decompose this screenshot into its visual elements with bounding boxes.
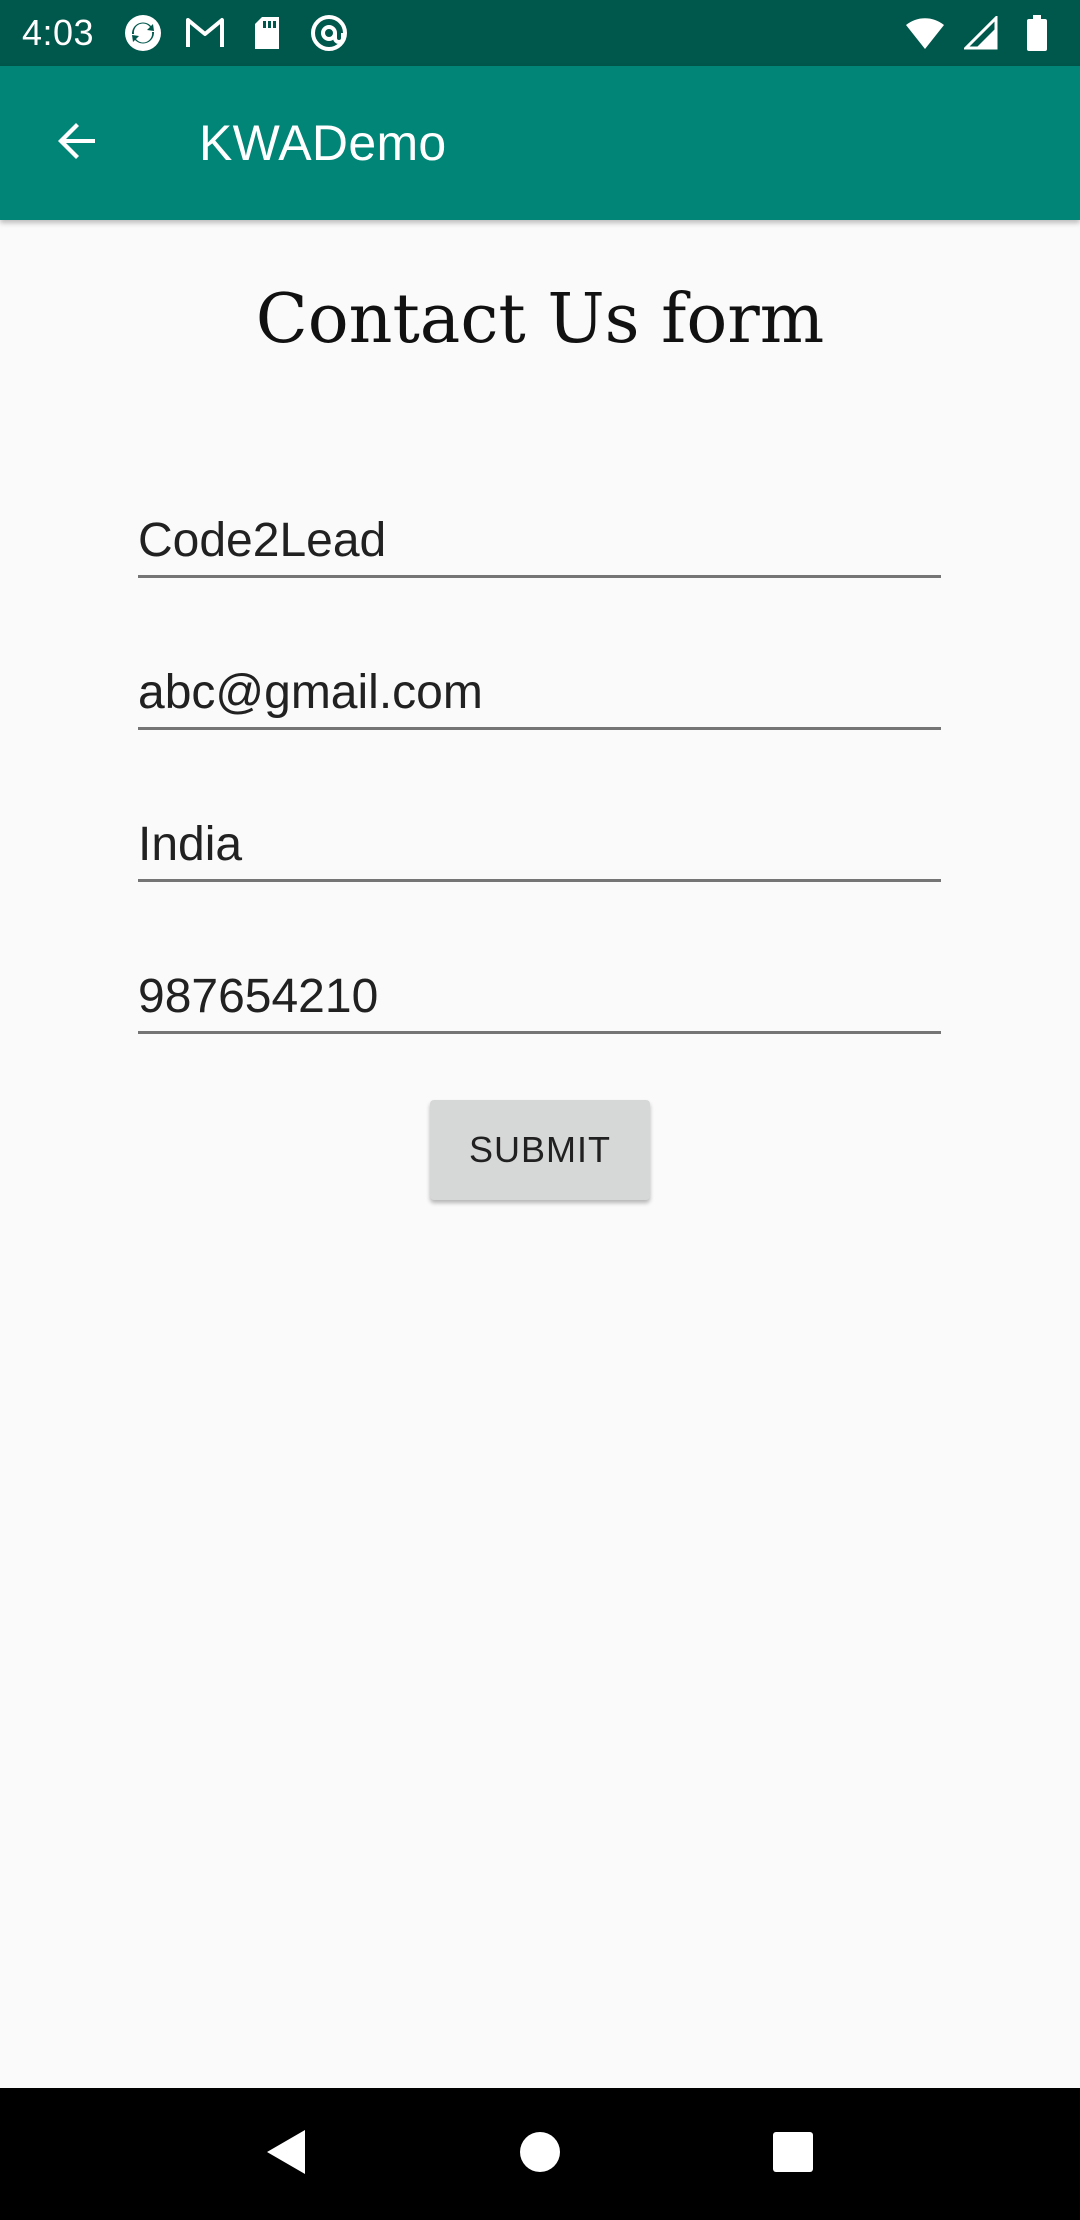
- at-sign-icon: [308, 12, 350, 54]
- form-title: Contact Us form: [255, 280, 825, 359]
- home-icon: [519, 2131, 561, 2178]
- status-bar: 4:03: [0, 0, 1080, 66]
- screen: 4:03 KWADemo Contact Us form Code2Lead a…: [0, 0, 1080, 2220]
- navigation-bar: [0, 2088, 1080, 2220]
- battery-icon: [1016, 12, 1058, 54]
- submit-button[interactable]: SUBMIT: [430, 1100, 650, 1200]
- phone-field[interactable]: [138, 944, 941, 1034]
- nav-back-button[interactable]: [242, 2109, 332, 2199]
- back-icon: [265, 2128, 309, 2181]
- status-time: 4:03: [22, 12, 95, 53]
- notification-icons: [122, 12, 350, 54]
- nav-home-button[interactable]: [495, 2109, 585, 2199]
- recents-icon: [773, 2131, 814, 2177]
- name-field[interactable]: [138, 488, 941, 578]
- country-input[interactable]: [138, 792, 941, 879]
- country-field[interactable]: [138, 792, 941, 882]
- sd-card-icon: [246, 12, 288, 54]
- name-input[interactable]: [138, 488, 941, 575]
- arrow-back-icon: [53, 117, 101, 170]
- nav-recents-button[interactable]: [748, 2109, 838, 2199]
- email-input[interactable]: [138, 640, 941, 727]
- sync-icon: [122, 12, 164, 54]
- gmail-icon: [184, 12, 226, 54]
- app-title: KWADemo: [199, 115, 447, 171]
- phone-input[interactable]: [138, 944, 941, 1031]
- cell-signal-icon: [960, 12, 1002, 54]
- back-button[interactable]: [39, 105, 115, 181]
- app-bar: KWADemo: [0, 66, 1080, 220]
- system-status-icons: [904, 12, 1058, 54]
- wifi-icon: [904, 12, 946, 54]
- email-field[interactable]: [138, 640, 941, 730]
